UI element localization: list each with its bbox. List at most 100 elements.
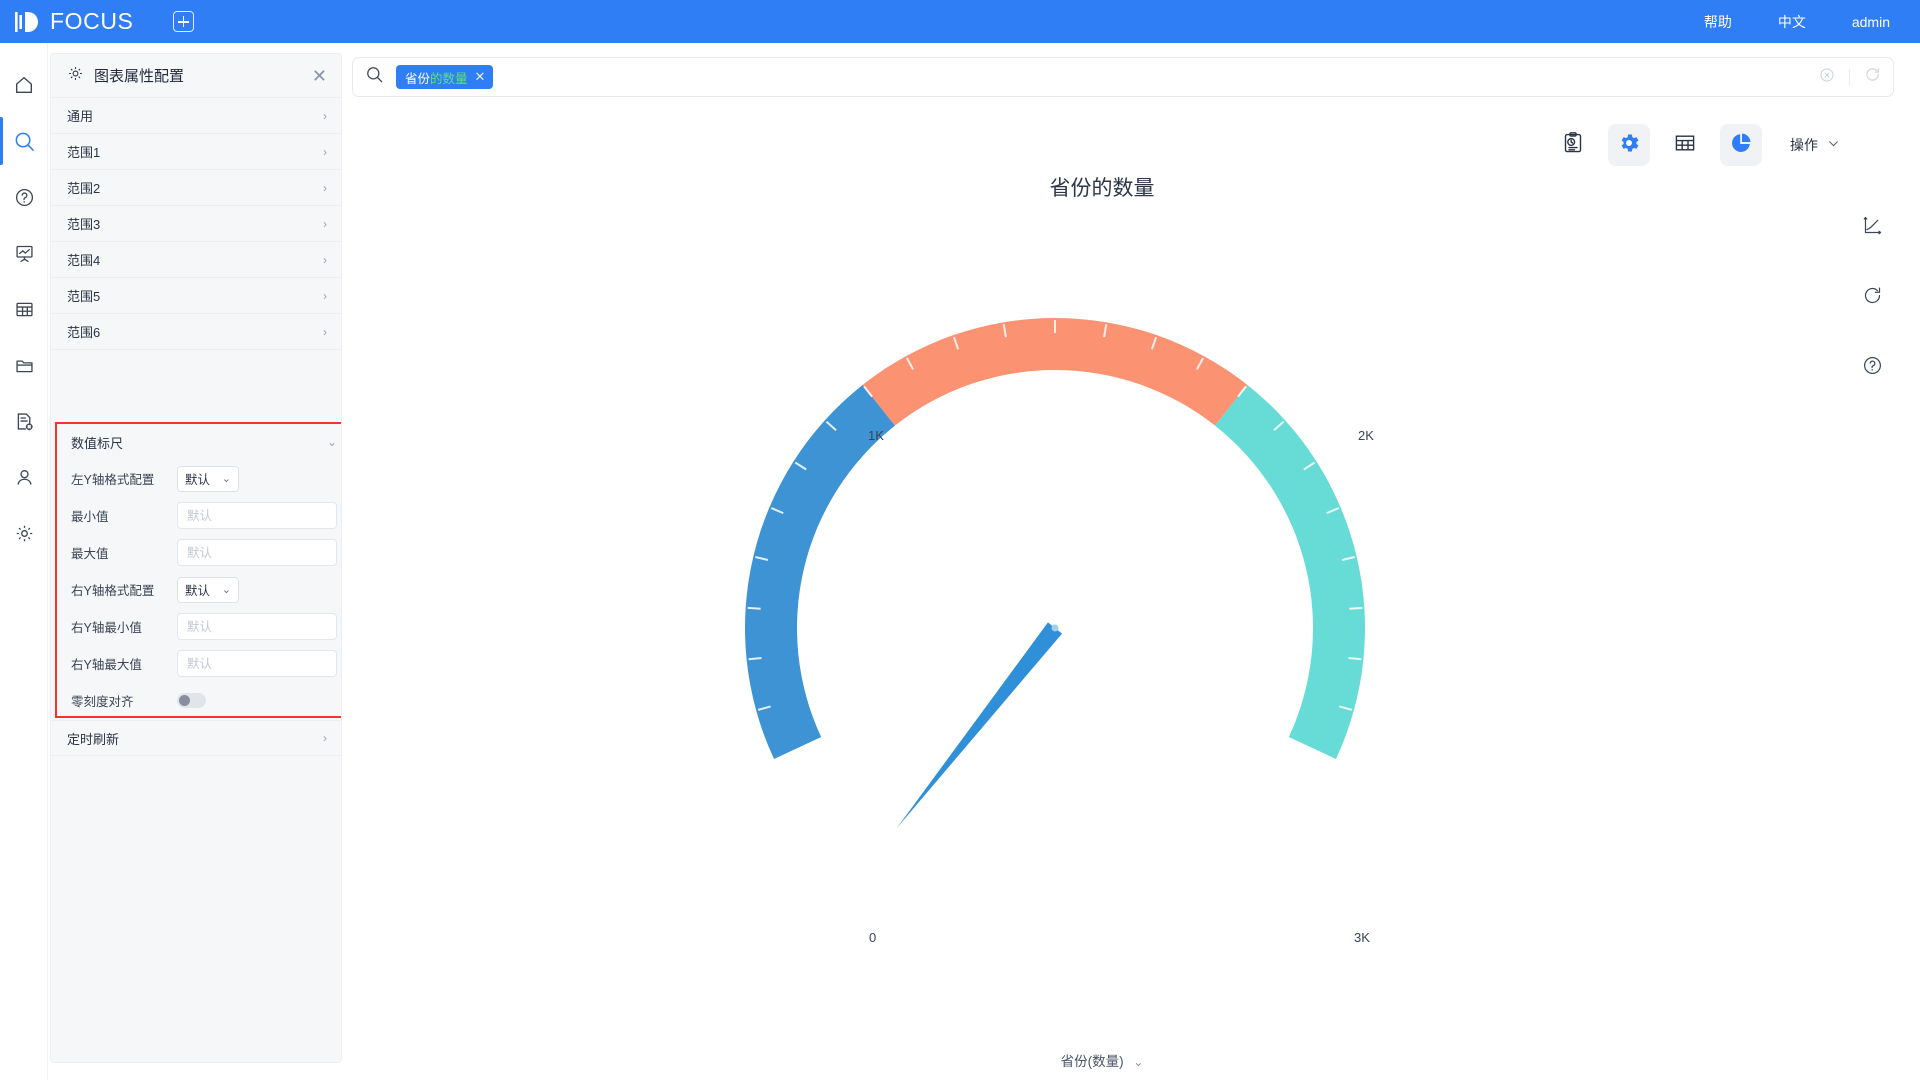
- gauge-tick-label-3k: 3K: [1354, 930, 1370, 945]
- axis-trend-icon[interactable]: [1862, 215, 1883, 241]
- toolbar-table[interactable]: [1664, 124, 1706, 166]
- field-right-y-min: 右Y轴最小值: [57, 608, 341, 645]
- chart-properties-panel: 图表属性配置 ✕ 通用 › 范围1 › 范围2 › 范围3 › 范围4 › 范围…: [50, 53, 342, 1063]
- help-circle-icon[interactable]: [1862, 355, 1883, 381]
- help-circle-icon: [14, 187, 35, 208]
- refresh-icon[interactable]: [1862, 285, 1883, 311]
- right-y-format-select[interactable]: 默认 ⌄: [177, 576, 239, 603]
- max-value-input[interactable]: [177, 539, 337, 566]
- right-tool-strip: [1862, 215, 1883, 381]
- divider: [1849, 68, 1850, 86]
- panel-section-range3[interactable]: 范围3 ›: [51, 206, 341, 242]
- rail-item-dashboard[interactable]: [0, 225, 48, 281]
- table-icon: [1673, 131, 1697, 160]
- chevron-down-icon: ⌄: [221, 473, 231, 485]
- language-link[interactable]: 中文: [1778, 12, 1806, 32]
- panel-section-range1[interactable]: 范围1 ›: [51, 134, 341, 170]
- panel-section-range6[interactable]: 范围6 ›: [51, 314, 341, 350]
- right-y-min-input[interactable]: [177, 613, 337, 640]
- top-header: FOCUS 帮助 中文 admin: [0, 0, 1920, 43]
- chevron-right-icon: ›: [323, 108, 327, 123]
- toolbar-chart[interactable]: [1720, 124, 1762, 166]
- section-label: 定时刷新: [67, 731, 120, 747]
- left-rail: [0, 43, 48, 1080]
- search-chip[interactable]: 省份 的数量 ✕: [396, 65, 494, 89]
- gauge-tick-label-2k: 2K: [1358, 428, 1374, 443]
- rail-item-help[interactable]: [0, 169, 48, 225]
- toolbar-clipboard-history[interactable]: [1552, 124, 1594, 166]
- field-label: 右Y轴最大值: [71, 658, 142, 672]
- rail-item-user[interactable]: [0, 449, 48, 505]
- clear-circle-icon[interactable]: [1819, 67, 1835, 88]
- select-value: 默认: [185, 473, 211, 487]
- rail-item-folder[interactable]: [0, 337, 48, 393]
- plus-icon[interactable]: [172, 11, 194, 32]
- chart-title: 省份的数量: [1049, 177, 1155, 200]
- document-settings-icon: [14, 411, 35, 432]
- brand: FOCUS: [14, 8, 134, 35]
- left-y-format-select[interactable]: 默认 ⌄: [177, 465, 239, 492]
- gauge-tick-label-0: 0: [869, 930, 877, 945]
- folder-icon: [14, 355, 35, 376]
- rail-item-settings[interactable]: [0, 505, 48, 561]
- chip-prefix: 省份: [405, 71, 431, 86]
- pie-chart-icon: [1729, 131, 1753, 160]
- value-scale-header[interactable]: 数值标尺 ⌄: [57, 424, 341, 460]
- panel-header: 图表属性配置 ✕: [51, 54, 341, 98]
- gauge-tick-label-1k: 1K: [868, 428, 884, 443]
- table-icon: [14, 299, 35, 320]
- field-zero-align: 零刻度对齐: [57, 682, 341, 719]
- gear-icon: [67, 65, 84, 87]
- chart-legend[interactable]: 省份(数量) ⌄: [352, 1050, 1852, 1070]
- field-right-y-format: 右Y轴格式配置 默认 ⌄: [57, 571, 341, 608]
- field-label: 零刻度对齐: [71, 695, 134, 709]
- section-label: 范围6: [67, 325, 101, 340]
- value-scale-section: 数值标尺 ⌄ 左Y轴格式配置 默认 ⌄ 最小值 最大值 右Y轴格式配置 默认 ⌄: [55, 422, 341, 719]
- close-icon[interactable]: ✕: [475, 69, 486, 85]
- focus-logo-icon: [14, 9, 44, 35]
- min-value-input[interactable]: [177, 502, 337, 529]
- chart-toolbar: 操作: [1552, 124, 1840, 166]
- search-icon: [365, 65, 384, 89]
- toolbar-settings[interactable]: [1608, 124, 1650, 166]
- presentation-chart-icon: [14, 243, 35, 264]
- chevron-right-icon: ›: [323, 731, 327, 745]
- rail-item-home[interactable]: [0, 57, 48, 113]
- field-min-value: 最小值: [57, 497, 341, 534]
- field-max-value: 最大值: [57, 534, 341, 571]
- chevron-right-icon: ›: [323, 144, 327, 159]
- rail-item-table[interactable]: [0, 281, 48, 337]
- chevron-right-icon: ›: [323, 216, 327, 231]
- user-link[interactable]: admin: [1852, 14, 1890, 30]
- field-label: 最大值: [71, 547, 109, 561]
- action-dropdown[interactable]: 操作: [1790, 135, 1840, 155]
- chevron-down-icon: ⌄: [326, 435, 337, 449]
- panel-section-general[interactable]: 通用 ›: [51, 98, 341, 134]
- section-label: 通用: [67, 109, 94, 124]
- panel-title: 图表属性配置: [94, 68, 185, 85]
- zero-align-toggle[interactable]: [177, 693, 206, 708]
- clipboard-history-icon: [1561, 131, 1585, 160]
- search-bar[interactable]: 省份 的数量 ✕: [352, 57, 1894, 97]
- right-y-max-input[interactable]: [177, 650, 337, 677]
- panel-section-auto-refresh[interactable]: 定时刷新 ›: [51, 720, 341, 756]
- chevron-right-icon: ›: [323, 288, 327, 303]
- help-link[interactable]: 帮助: [1704, 12, 1732, 32]
- search-icon: [13, 130, 36, 153]
- settings-gear-icon: [14, 523, 35, 544]
- field-label: 右Y轴格式配置: [71, 584, 155, 598]
- refresh-icon[interactable]: [1864, 66, 1881, 88]
- close-icon[interactable]: ✕: [312, 67, 327, 85]
- chevron-right-icon: ›: [323, 180, 327, 195]
- panel-section-range5[interactable]: 范围5 ›: [51, 278, 341, 314]
- chevron-down-icon: [1827, 137, 1840, 153]
- rail-item-search[interactable]: [0, 113, 48, 169]
- rail-item-document-settings[interactable]: [0, 393, 48, 449]
- gear-icon: [1617, 131, 1641, 160]
- panel-section-range2[interactable]: 范围2 ›: [51, 170, 341, 206]
- panel-section-range4[interactable]: 范围4 ›: [51, 242, 341, 278]
- field-label: 右Y轴最小值: [71, 621, 142, 635]
- user-icon: [14, 467, 35, 488]
- action-label: 操作: [1790, 137, 1818, 153]
- legend-label: 省份(数量): [1060, 1054, 1124, 1069]
